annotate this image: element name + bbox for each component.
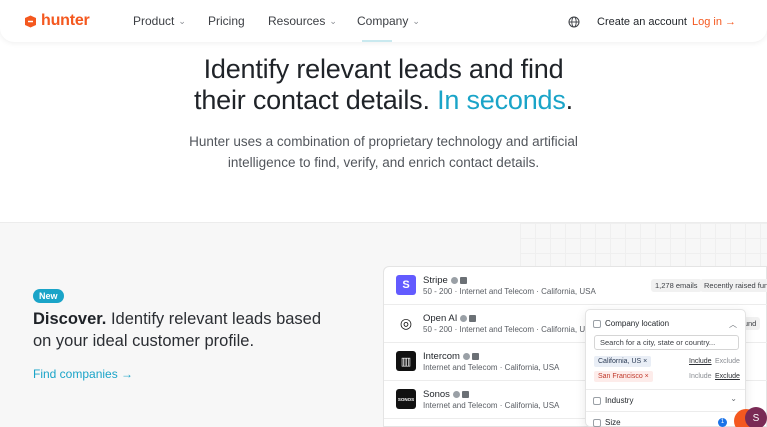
discover-heading-bold: Discover.	[33, 310, 107, 328]
company-meta: Internet and Telecom · California, USA	[423, 401, 560, 410]
include-toggle[interactable]: Include	[689, 373, 712, 380]
filter-title: Company location	[605, 319, 670, 328]
hero-heading-period: .	[565, 85, 574, 115]
company-meta: 50 - 200 · Internet and Telecom · Califo…	[423, 287, 596, 296]
globe-icon[interactable]	[568, 15, 580, 33]
intercom-logo: ▥	[396, 351, 416, 371]
linkedin-icon	[459, 276, 467, 284]
chevron-up-icon[interactable]: ︿	[729, 319, 737, 330]
hero-subtitle-line2: intelligence to find, verify, and enrich…	[227, 155, 540, 170]
sonos-logo: SONOS	[396, 389, 416, 409]
chevron-down-icon: ⌄	[329, 15, 337, 26]
nav-resources-label: Resources	[268, 14, 326, 28]
location-tag-san-francisco[interactable]: San Francisco ×	[594, 371, 653, 382]
size-filter[interactable]: Size	[605, 418, 621, 427]
location-filter-popup: Company location ︿ Search for a city, st…	[585, 309, 746, 427]
hero-heading-line2-prefix: their contact details.	[194, 85, 438, 115]
company-name-text: Intercom	[423, 351, 460, 362]
linkedin-icon	[461, 390, 469, 398]
company-row[interactable]: S Stripe 50 - 200 · Internet and Telecom…	[384, 267, 767, 305]
chevron-down-icon: ⌄	[412, 15, 420, 26]
hero-subtitle: Hunter uses a combination of proprietary…	[0, 131, 767, 173]
discover-heading: Discover. Identify relevant leads based …	[33, 308, 333, 352]
size-icon	[593, 419, 601, 427]
location-search-input[interactable]: Search for a city, state or country...	[594, 335, 739, 350]
company-name-text: Sonos	[423, 389, 450, 400]
new-badge: New	[33, 289, 64, 303]
nav-pricing[interactable]: Pricing	[208, 14, 245, 28]
hero-heading-line2: their contact details. In seconds.	[0, 85, 767, 116]
create-account-link[interactable]: Create an account	[597, 16, 687, 28]
hunter-logo-icon	[24, 15, 37, 28]
industry-icon	[593, 397, 601, 405]
company-meta: Internet and Telecom · California, USA	[423, 363, 560, 372]
hero-heading-accent: In seconds	[437, 85, 566, 115]
hero-heading-line1: Identify relevant leads and find	[203, 54, 564, 84]
nav-product-label: Product	[133, 14, 175, 28]
company-name: Sonos	[423, 389, 469, 400]
company-name: Intercom	[423, 351, 479, 362]
chevron-down-icon[interactable]: ⌄	[730, 394, 737, 403]
linkedin-icon	[471, 352, 479, 360]
chevron-down-icon: ⌄	[178, 15, 186, 26]
hunter-logo[interactable]: hunter	[24, 12, 90, 30]
company-name-text: Open AI	[423, 313, 458, 324]
divider	[586, 389, 745, 390]
exclude-toggle[interactable]: Exclude	[715, 373, 740, 380]
find-companies-link[interactable]: Find companies →	[33, 367, 133, 381]
nav-pricing-label: Pricing	[208, 14, 245, 28]
industry-filter[interactable]: Industry	[605, 396, 633, 405]
company-name-text: Stripe	[423, 275, 448, 286]
include-toggle[interactable]: Include	[689, 358, 712, 365]
linkedin-icon	[469, 314, 477, 322]
nav-hover-indicator	[362, 40, 392, 42]
info-icon	[460, 314, 468, 322]
openai-logo: ◎	[396, 313, 416, 333]
login-link[interactable]: Log in →	[692, 16, 736, 28]
hero-subtitle-line1: Hunter uses a combination of proprietary…	[189, 134, 578, 149]
nav-product[interactable]: Product ⌄	[133, 14, 186, 28]
info-icon	[462, 352, 470, 360]
nav-company-label: Company	[357, 14, 409, 28]
funding-chip: Recently raised fund	[700, 279, 767, 292]
info-icon	[450, 276, 458, 284]
emails-count-chip: 1,278 emails	[651, 279, 702, 292]
nav-resources[interactable]: Resources ⌄	[268, 14, 337, 28]
exclude-toggle[interactable]: Exclude	[715, 358, 740, 365]
size-count-badge: 1	[718, 418, 727, 427]
nav-company[interactable]: Company ⌄	[357, 14, 420, 28]
company-name: Stripe	[423, 275, 467, 286]
building-icon	[593, 320, 601, 328]
logo-text: hunter	[41, 12, 90, 29]
avatar[interactable]: S	[745, 407, 767, 427]
company-name: Open AI	[423, 313, 477, 324]
location-tag-california[interactable]: California, US ×	[594, 356, 652, 367]
divider	[586, 411, 745, 412]
info-icon	[452, 390, 460, 398]
stripe-logo: S	[396, 275, 416, 295]
top-nav-bar: hunter Product ⌄ Pricing Resources ⌄ Com…	[0, 0, 767, 42]
company-meta: 50 - 200 · Internet and Telecom · Califo…	[423, 325, 596, 334]
hero-heading: Identify relevant leads and find their c…	[0, 54, 767, 116]
